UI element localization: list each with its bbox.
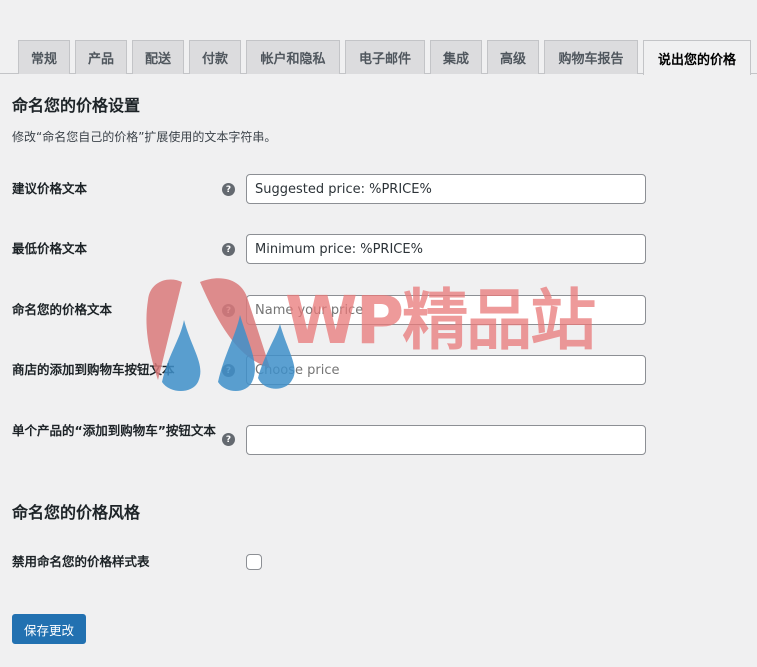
label-minimum-price-text: 最低价格文本	[12, 241, 88, 256]
help-icon[interactable]: ?	[222, 364, 235, 377]
help-icon[interactable]: ?	[222, 243, 235, 256]
help-icon[interactable]: ?	[222, 183, 235, 196]
section-description: 修改“命名您自己的价格”扩展使用的文本字符串。	[12, 130, 277, 144]
tab-advanced[interactable]: 高级	[487, 40, 539, 74]
tab-cart-reports[interactable]: 购物车报告	[544, 40, 638, 74]
help-icon[interactable]: ?	[222, 304, 235, 317]
tab-emails[interactable]: 电子邮件	[345, 40, 425, 74]
name-your-price-text-input[interactable]	[246, 295, 646, 325]
tab-payments[interactable]: 付款	[189, 40, 241, 74]
disable-stylesheet-checkbox[interactable]	[246, 554, 262, 570]
settings-tabs: 常规 产品 配送 付款 帐户和隐私 电子邮件 集成 高级 购物车报告 说出您的价…	[0, 0, 757, 75]
tab-integration[interactable]: 集成	[430, 40, 482, 74]
label-suggested-price-text: 建议价格文本	[12, 181, 88, 196]
help-icon[interactable]: ?	[222, 433, 235, 446]
tab-general[interactable]: 常规	[18, 40, 70, 74]
tab-accounts-privacy[interactable]: 帐户和隐私	[246, 40, 340, 74]
suggested-price-text-input[interactable]	[246, 174, 646, 204]
label-shop-add-to-cart-text: 商店的添加到购物车按钮文本	[12, 362, 175, 377]
section-title-settings: 命名您的价格设置	[12, 96, 141, 115]
label-single-product-add-to-cart-text: 单个产品的“添加到购物车”按钮文本	[12, 423, 216, 438]
section-title-style: 命名您的价格风格	[12, 503, 141, 522]
minimum-price-text-input[interactable]	[246, 234, 646, 264]
tab-shipping[interactable]: 配送	[132, 40, 184, 74]
tab-name-your-price[interactable]: 说出您的价格	[643, 40, 751, 75]
tab-products[interactable]: 产品	[75, 40, 127, 74]
save-changes-button[interactable]: 保存更改	[12, 614, 86, 644]
label-disable-stylesheet: 禁用命名您的价格样式表	[12, 554, 150, 569]
label-name-your-price-text: 命名您的价格文本	[12, 302, 113, 317]
settings-page: 常规 产品 配送 付款 帐户和隐私 电子邮件 集成 高级 购物车报告 说出您的价…	[0, 0, 757, 667]
single-product-add-to-cart-text-input[interactable]	[246, 425, 646, 455]
shop-add-to-cart-text-input[interactable]	[246, 355, 646, 385]
